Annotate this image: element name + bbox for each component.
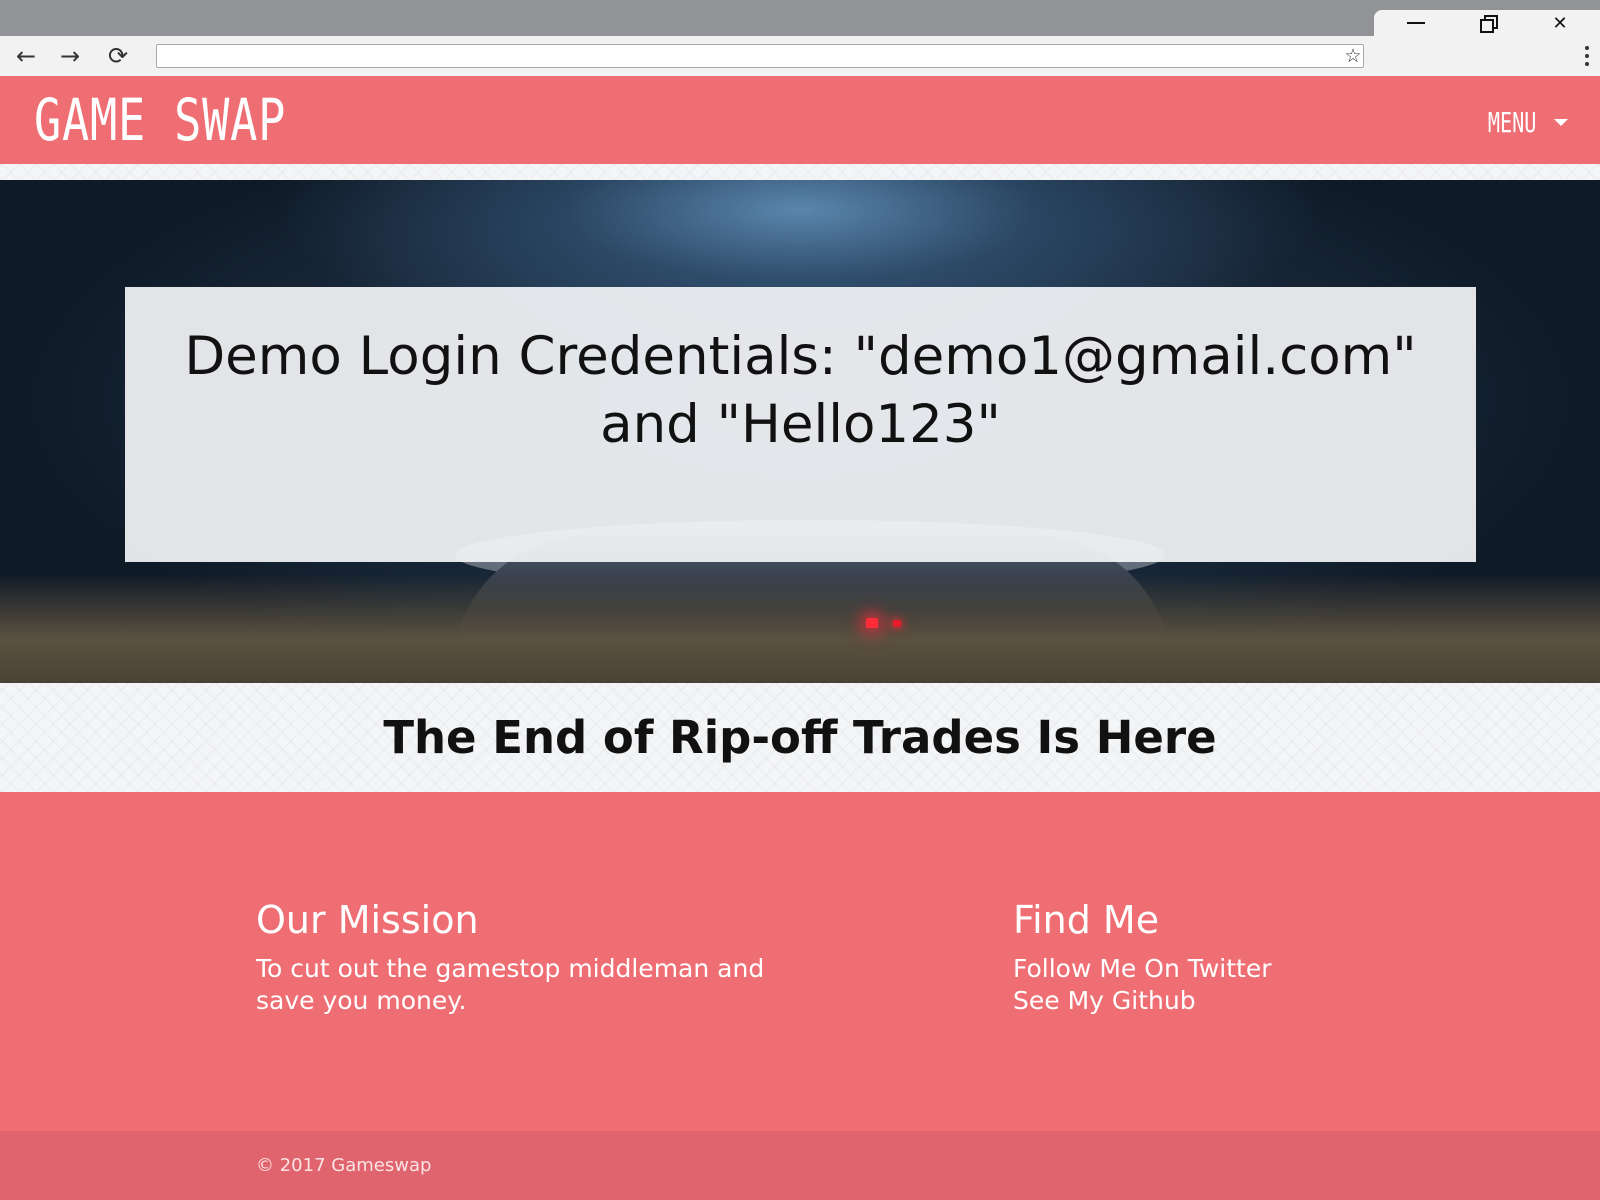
copyright-text: © 2017 Gameswap (256, 1155, 432, 1176)
browser-titlebar: ✕ (0, 0, 1600, 36)
back-button[interactable]: ← (10, 40, 42, 72)
menu-label: MENU (1487, 105, 1536, 139)
credentials-line-2: and "Hello123" (600, 394, 1001, 455)
copyright-bar: © 2017 Gameswap (0, 1131, 1600, 1200)
tagline-heading: The End of Rip-off Trades Is Here (383, 711, 1217, 764)
hero-floor (0, 573, 1600, 683)
controller-light (866, 618, 878, 628)
controller-light-small (893, 620, 901, 627)
demo-credentials-box: Demo Login Credentials: "demo1@gmail.com… (125, 287, 1476, 562)
maximize-icon (1480, 15, 1498, 33)
site-header: GAME SWAP MENU (0, 76, 1600, 164)
mission-heading: Our Mission (256, 898, 479, 942)
back-icon: ← (15, 42, 37, 70)
reload-icon: ⟳ (107, 42, 129, 70)
minimize-icon (1407, 22, 1425, 24)
github-link[interactable]: See My Github (1013, 985, 1433, 1017)
bookmark-star-button[interactable]: ☆ (1340, 43, 1366, 69)
pattern-divider (0, 164, 1600, 180)
caret-down-icon (1554, 118, 1568, 126)
reload-button[interactable]: ⟳ (102, 40, 134, 72)
forward-button[interactable]: → (54, 40, 86, 72)
browser-toolbar: ← → ⟳ ☆ (0, 36, 1600, 77)
window-controls: ✕ (1374, 10, 1600, 36)
star-icon: ☆ (1344, 45, 1362, 67)
mission-text: To cut out the gamestop middleman and sa… (256, 954, 765, 1015)
close-button[interactable]: ✕ (1532, 10, 1588, 36)
find-me-section: Find Me Follow Me On Twitter See My Gith… (1013, 895, 1433, 1017)
find-me-heading: Find Me (1013, 898, 1160, 942)
credentials-line-1: Demo Login Credentials: "demo1@gmail.com… (184, 326, 1417, 387)
address-bar[interactable] (156, 44, 1364, 68)
forward-icon: → (59, 42, 81, 70)
maximize-button[interactable] (1460, 10, 1516, 36)
mission-section: Our Mission To cut out the gamestop midd… (256, 895, 816, 1017)
site-footer: Our Mission To cut out the gamestop midd… (0, 792, 1600, 1131)
site-logo[interactable]: GAME SWAP (34, 88, 286, 152)
menu-dropdown[interactable]: MENU (1469, 104, 1568, 140)
kebab-menu-icon[interactable] (1578, 42, 1596, 70)
close-icon: ✕ (1552, 12, 1568, 34)
minimize-button[interactable] (1388, 10, 1444, 36)
twitter-link[interactable]: Follow Me On Twitter (1013, 953, 1433, 985)
